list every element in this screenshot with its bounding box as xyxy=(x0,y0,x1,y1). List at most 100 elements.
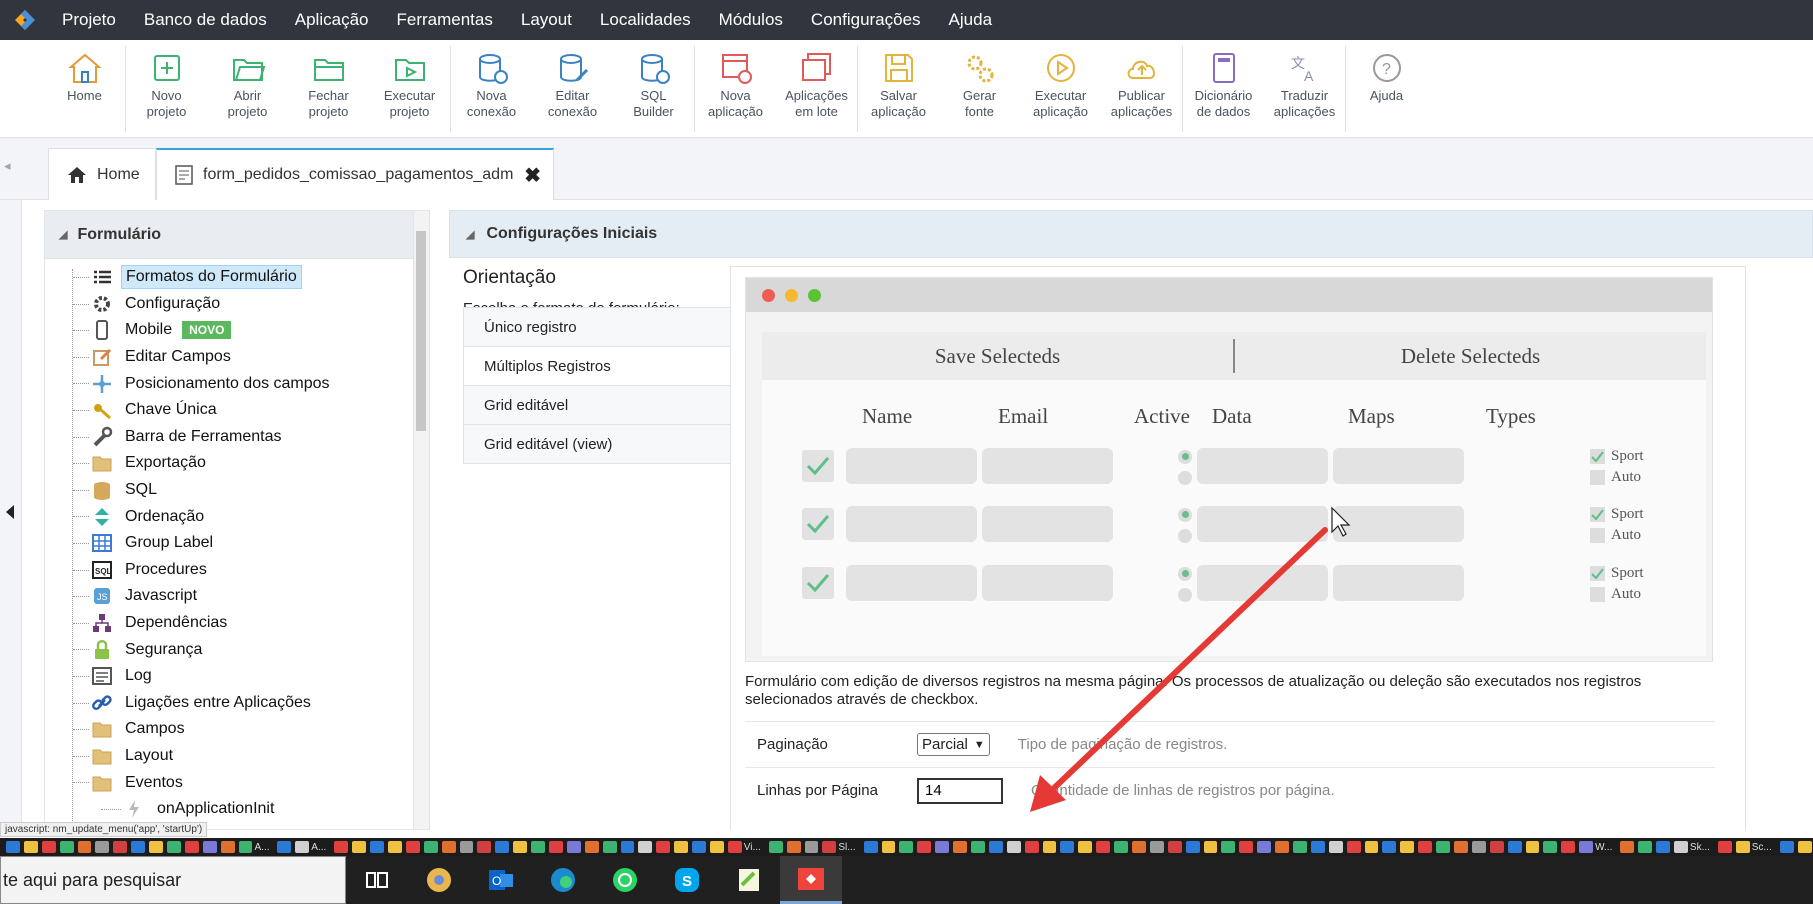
tray-app-icon[interactable] xyxy=(1167,841,1182,853)
anydesk-icon[interactable] xyxy=(780,856,842,904)
tray-app-icon[interactable] xyxy=(709,841,724,853)
sidebar-item-log[interactable]: Log xyxy=(45,663,429,690)
tray-app-icon[interactable] xyxy=(149,841,164,853)
tray-app-icon[interactable] xyxy=(786,841,801,853)
sidebar-item-liga-es-entre-aplica-es[interactable]: Ligações entre Aplicações xyxy=(45,690,429,717)
sidebar-item-exporta-o[interactable]: Exportação xyxy=(45,450,429,477)
sidebar-item-seguran-a[interactable]: Segurança xyxy=(45,636,429,663)
tray-app-icon[interactable] xyxy=(405,841,420,853)
skype-icon[interactable]: S xyxy=(656,856,718,904)
tray-app-icon[interactable] xyxy=(1717,841,1732,853)
lines-per-page-input[interactable] xyxy=(917,777,1003,804)
close-tab-icon[interactable]: ✖ xyxy=(524,163,541,188)
tray-app-icon[interactable] xyxy=(935,841,950,853)
tray-app-icon[interactable] xyxy=(638,841,653,853)
toolbar-button-house[interactable]: Home xyxy=(44,46,125,132)
tray-app-icon[interactable] xyxy=(602,841,617,853)
collapse-left-icon[interactable]: ◂ xyxy=(4,158,18,174)
sidebar-item-editar-campos[interactable]: Editar Campos xyxy=(45,344,429,371)
option-multiple-records[interactable]: Múltiplos Registros xyxy=(463,346,731,386)
tray-app-icon[interactable] xyxy=(1203,841,1218,853)
sidebar-item-eventos[interactable]: Eventos xyxy=(45,769,429,796)
tab-home[interactable]: Home xyxy=(48,148,156,200)
sidebar-item-procedures[interactable]: SQL Procedures xyxy=(45,557,429,584)
tray-app-icon[interactable] xyxy=(620,841,635,853)
tray-app-icon[interactable] xyxy=(970,841,985,853)
sidebar-item-depend-ncias[interactable]: Dependências xyxy=(45,610,429,637)
toolbar-button-open-folder[interactable]: Abrir projeto xyxy=(207,46,288,132)
tray-app-icon[interactable] xyxy=(881,841,896,853)
tray-app-icon[interactable] xyxy=(1579,841,1594,853)
explorer-app-icon[interactable] xyxy=(408,856,470,904)
tray-app-icon[interactable] xyxy=(1310,841,1325,853)
tray-app-icon[interactable] xyxy=(1525,841,1540,853)
edge-icon[interactable] xyxy=(532,856,594,904)
sidebar-item-barra-de-ferramentas[interactable]: Barra de Ferramentas xyxy=(45,424,429,451)
tray-app-icon[interactable] xyxy=(238,841,253,853)
sidebar-item-group-label[interactable]: Group Label xyxy=(45,530,429,557)
sidebar-header[interactable]: ◢ Formulário xyxy=(45,211,429,259)
tray-app-icon[interactable] xyxy=(1779,841,1794,853)
tray-app-icon[interactable] xyxy=(1346,841,1361,853)
toolbar-button-run-folder[interactable]: Executar projeto xyxy=(369,46,450,132)
menu-item-3[interactable]: Ferramentas xyxy=(382,0,506,40)
tray-app-icon[interactable] xyxy=(1620,841,1635,853)
whatsapp-icon[interactable] xyxy=(594,856,656,904)
toolbar-button-dictionary[interactable]: Dicionário de dados xyxy=(1183,46,1264,132)
tray-app-icon[interactable] xyxy=(334,841,349,853)
tray-app-icon[interactable] xyxy=(477,841,492,853)
tray-app-icon[interactable] xyxy=(1185,841,1200,853)
option-editable-grid[interactable]: Grid editável xyxy=(463,385,731,425)
tray-app-icon[interactable] xyxy=(459,841,474,853)
tray-app-icon[interactable] xyxy=(184,841,199,853)
tray-app-icon[interactable] xyxy=(584,841,599,853)
expand-arrow-icon[interactable] xyxy=(6,505,14,519)
tray-app-icon[interactable] xyxy=(1364,841,1379,853)
task-view-icon[interactable] xyxy=(346,856,408,904)
toolbar-button-cloud-upload[interactable]: Publicar aplicações xyxy=(1101,46,1182,132)
tray-app-icon[interactable] xyxy=(548,841,563,853)
menu-item-2[interactable]: Aplicação xyxy=(281,0,383,40)
menu-item-1[interactable]: Banco de dados xyxy=(130,0,281,40)
tray-app-icon[interactable] xyxy=(277,841,292,853)
sidebar-item-onapplicationinit[interactable]: onApplicationInit xyxy=(45,796,429,823)
tray-app-icon[interactable] xyxy=(1507,841,1522,853)
sidebar-item-posicionamento-dos-campos[interactable]: Posicionamento dos campos xyxy=(45,370,429,397)
scriptcase-logo-icon[interactable] xyxy=(0,0,48,40)
tray-app-icon[interactable] xyxy=(1149,841,1164,853)
toolbar-button-sql-builder[interactable]: SQL Builder xyxy=(613,46,694,132)
tray-app-icon[interactable] xyxy=(531,841,545,853)
tray-app-icon[interactable] xyxy=(899,841,914,853)
tray-app-icon[interactable] xyxy=(1638,841,1653,853)
tray-app-icon[interactable] xyxy=(1006,841,1021,853)
toolbar-button-batch-apps[interactable]: Aplicações em lote xyxy=(776,46,857,132)
tray-app-icon[interactable] xyxy=(352,841,367,853)
tray-app-icon[interactable] xyxy=(202,841,217,853)
tray-app-icon[interactable] xyxy=(1239,841,1254,853)
sidebar-item-chave-nica[interactable]: Chave Única xyxy=(45,397,429,424)
tray-app-icon[interactable] xyxy=(1382,841,1397,853)
tray-app-icon[interactable] xyxy=(1114,841,1128,853)
toolbar-button-new-app[interactable]: Nova aplicação xyxy=(695,46,776,132)
menu-item-4[interactable]: Layout xyxy=(507,0,586,40)
pagination-select[interactable]: Parcial ▼ xyxy=(917,733,990,756)
tray-app-icon[interactable] xyxy=(59,841,74,853)
tray-app-icon[interactable] xyxy=(656,841,671,853)
tray-app-icon[interactable] xyxy=(1292,841,1307,853)
tray-app-icon[interactable] xyxy=(1221,841,1236,853)
tray-app-icon[interactable] xyxy=(1257,841,1272,853)
tray-app-icon[interactable] xyxy=(727,841,742,853)
tray-app-icon[interactable] xyxy=(692,841,706,853)
tray-app-icon[interactable] xyxy=(220,841,235,853)
toolbar-button-play[interactable]: Executar aplicação xyxy=(1020,46,1101,132)
tray-app-icon[interactable] xyxy=(917,841,932,853)
tray-app-icon[interactable] xyxy=(1471,841,1486,853)
tray-app-icon[interactable] xyxy=(1436,841,1450,853)
tray-app-icon[interactable] xyxy=(1797,841,1812,853)
sidebar-item-javascript[interactable]: JS Javascript xyxy=(45,583,429,610)
tray-app-icon[interactable] xyxy=(1418,841,1433,853)
taskbar-search-box[interactable]: te aqui para pesquisar xyxy=(0,856,346,904)
sidebar-item-ordena-o[interactable]: Ordenação xyxy=(45,503,429,530)
menu-item-5[interactable]: Localidades xyxy=(586,0,705,40)
sidebar-item-campos[interactable]: Campos xyxy=(45,716,429,743)
